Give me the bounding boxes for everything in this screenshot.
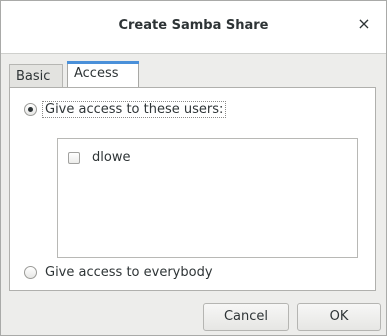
ok-button[interactable]: OK <box>297 303 381 331</box>
everybody-radio[interactable] <box>24 265 37 279</box>
users-radio-label: Give access to these users: <box>42 100 227 118</box>
titlebar: Create Samba Share × <box>1 1 386 54</box>
list-item[interactable]: dlowe <box>68 150 130 165</box>
everybody-radio-label: Give access to everybody <box>45 264 213 280</box>
tab-basic[interactable]: Basic <box>9 64 63 88</box>
radio-row-users[interactable]: Give access to these users: <box>24 99 227 119</box>
access-panel: Give access to these users: dlowe Give a… <box>9 87 376 291</box>
user-list: dlowe <box>57 138 358 258</box>
radio-row-everybody[interactable]: Give access to everybody <box>24 262 213 282</box>
tab-access[interactable]: Access <box>67 61 139 87</box>
create-samba-share-dialog: Create Samba Share × Basic Access Give a… <box>0 0 387 336</box>
user-checkbox[interactable] <box>68 151 80 164</box>
cancel-button[interactable]: Cancel <box>203 303 289 331</box>
dialog-title: Create Samba Share <box>118 18 269 33</box>
close-icon[interactable]: × <box>356 16 372 32</box>
users-radio[interactable] <box>24 102 37 116</box>
user-name: dlowe <box>92 150 131 165</box>
